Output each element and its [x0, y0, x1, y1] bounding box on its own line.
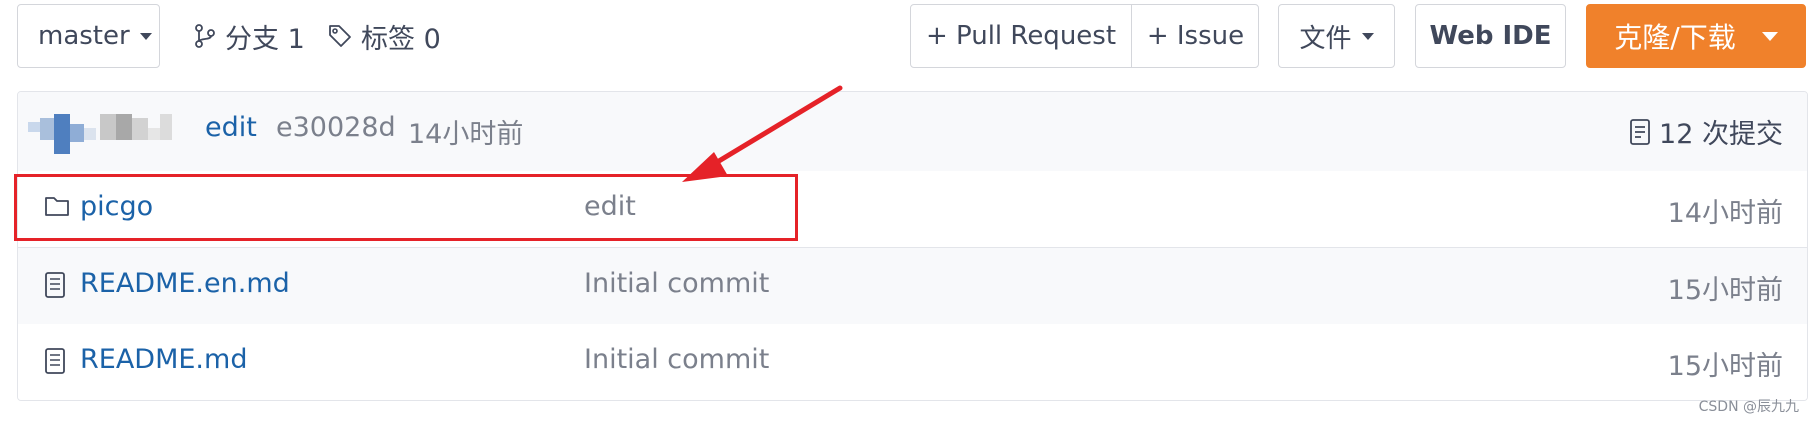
annotation-arrow-icon	[682, 85, 843, 182]
watermark: CSDN @辰九九	[1698, 399, 1799, 415]
